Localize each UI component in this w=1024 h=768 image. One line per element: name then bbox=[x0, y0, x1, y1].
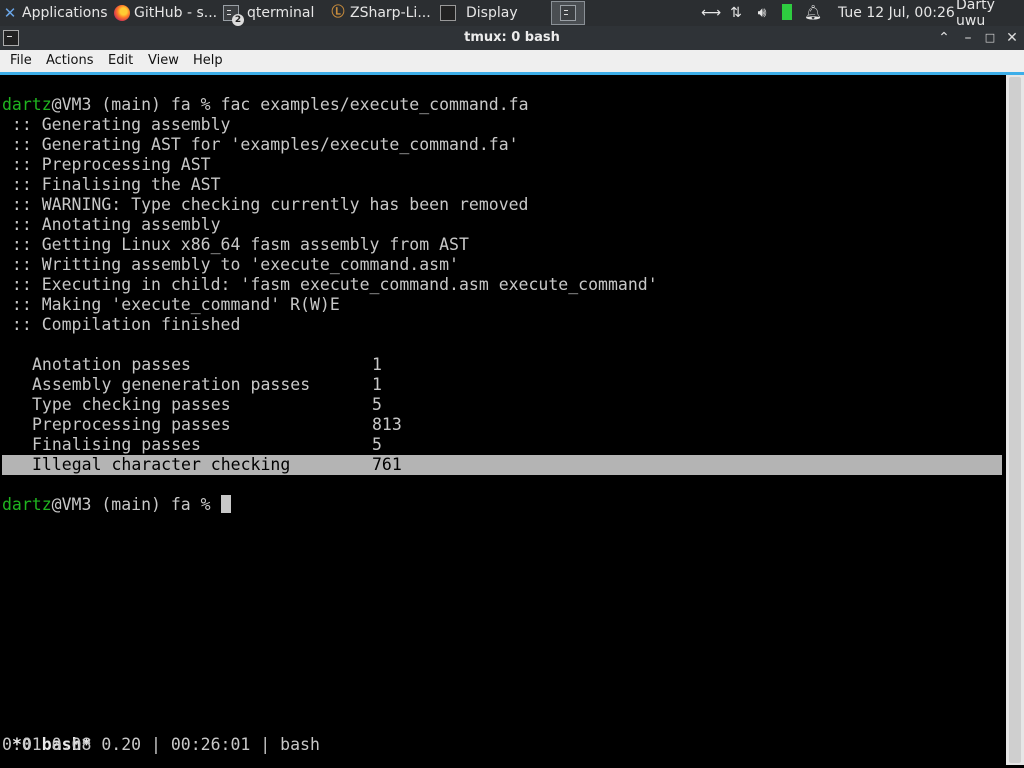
stat-value: 5 bbox=[372, 435, 382, 454]
taskbar-item-label: ZSharp-Li... bbox=[350, 5, 431, 21]
taskbar-item-github[interactable]: GitHub - s... bbox=[114, 0, 220, 26]
stat-name: Anotation passes bbox=[32, 355, 191, 374]
output-line: :: Finalising the AST bbox=[2, 175, 221, 194]
stat-name: Type checking passes bbox=[32, 395, 231, 414]
terminal-area[interactable]: dartz@VM3 (main) fa % fac examples/execu… bbox=[2, 75, 1002, 765]
terminal-icon bbox=[560, 5, 576, 21]
scrollbar[interactable] bbox=[1006, 75, 1024, 765]
menu-file[interactable]: File bbox=[10, 53, 32, 68]
output-line: :: Generating AST for 'examples/execute_… bbox=[2, 135, 519, 154]
output-line: :: Anotating assembly bbox=[2, 215, 221, 234]
output-line: :: Making 'execute_command' R(W)E bbox=[2, 295, 340, 314]
command-text: fac examples/execute_command.fa bbox=[220, 95, 529, 114]
taskbar-item-qterminal[interactable]: 2 qterminal bbox=[223, 0, 323, 26]
zsharp-icon: Ⓛ bbox=[331, 5, 345, 20]
menu-edit[interactable]: Edit bbox=[108, 53, 133, 68]
stat-value: 1 bbox=[372, 375, 382, 394]
stat-name: Preprocessing passes bbox=[32, 415, 231, 434]
stat-value: 761 bbox=[372, 455, 402, 474]
stat-value: 813 bbox=[372, 415, 402, 434]
minimize-button[interactable]: ⌃ bbox=[934, 28, 954, 48]
window-title: tmux: 0 bash bbox=[464, 30, 560, 45]
taskbar-item-label: Display bbox=[466, 5, 518, 21]
maximize-button[interactable]: □ bbox=[980, 28, 1000, 48]
menu-help[interactable]: Help bbox=[193, 53, 223, 68]
taskbar-item-label: GitHub - s... bbox=[134, 5, 218, 21]
stat-name: Illegal character checking bbox=[32, 455, 291, 474]
tmux-right-status: 0.01 0.08 0.20 | 00:26:01 | bash bbox=[2, 735, 320, 754]
display-icon bbox=[440, 5, 456, 21]
text-cursor bbox=[220, 495, 231, 513]
stat-name: Assembly geneneration passes bbox=[32, 375, 311, 394]
shade-button[interactable]: – bbox=[958, 28, 978, 48]
menu-actions[interactable]: Actions bbox=[46, 53, 94, 68]
menubar: File Actions Edit View Help bbox=[0, 50, 1024, 72]
network-arrows-icon[interactable]: ⟷ bbox=[700, 5, 722, 21]
volume-icon[interactable]: 🔊︎ bbox=[750, 5, 774, 21]
firefox-icon bbox=[114, 5, 130, 21]
taskbar-item-terminal-active[interactable] bbox=[551, 1, 585, 25]
notification-bell-icon[interactable]: 🔔︎ bbox=[800, 5, 826, 21]
scrollbar-thumb[interactable] bbox=[1009, 77, 1021, 763]
applications-menu-button[interactable]: ✕ Applications ☰ bbox=[2, 0, 110, 26]
prompt-host: @VM3 (main) fa % bbox=[51, 495, 221, 514]
stat-row-highlighted: Illegal character checking 761 bbox=[2, 455, 1002, 475]
stat-name: Finalising passes bbox=[32, 435, 201, 454]
output-line: :: WARNING: Type checking currently has … bbox=[2, 195, 529, 214]
output-line: :: Compilation finished bbox=[2, 315, 241, 334]
user-menu[interactable]: Darty uwu bbox=[956, 0, 1024, 29]
taskbar-item-zsharp[interactable]: Ⓛ ZSharp-Li... bbox=[330, 0, 434, 26]
prompt-host: @VM3 (main) fa % bbox=[51, 95, 221, 114]
window-titlebar[interactable]: tmux: 0 bash ⌃ – □ ✕ bbox=[0, 26, 1024, 50]
window-count-badge: 2 bbox=[232, 14, 244, 26]
output-line: :: Writting assembly to 'execute_command… bbox=[2, 255, 459, 274]
stat-value: 5 bbox=[372, 395, 382, 414]
output-line: :: Generating assembly bbox=[2, 115, 231, 134]
prompt-line[interactable]: dartz@VM3 (main) fa % bbox=[2, 495, 231, 515]
output-line: :: Getting Linux x86_64 fasm assembly fr… bbox=[2, 235, 469, 254]
terminal-icon: 2 bbox=[223, 5, 244, 26]
network-updown-icon[interactable]: ⇅ bbox=[722, 5, 750, 21]
system-tray: ⟷ ⇅ 🔊︎ 🔔︎ bbox=[700, 0, 826, 26]
prompt-user: dartz bbox=[2, 95, 52, 114]
taskbar-item-label: qterminal bbox=[247, 5, 315, 21]
clock[interactable]: Tue 12 Jul, 00:26 bbox=[838, 0, 955, 26]
stat-value: 1 bbox=[372, 355, 382, 374]
output-line: :: Executing in child: 'fasm execute_com… bbox=[2, 275, 658, 294]
output-line: :: Preprocessing AST bbox=[2, 155, 211, 174]
menu-view[interactable]: View bbox=[148, 53, 179, 68]
taskbar-item-display[interactable]: Display bbox=[440, 0, 540, 26]
close-button[interactable]: ✕ bbox=[1002, 28, 1022, 48]
prompt-user: dartz bbox=[2, 495, 52, 514]
command-line: dartz@VM3 (main) fa % fac examples/execu… bbox=[2, 95, 529, 115]
battery-icon[interactable] bbox=[774, 4, 800, 22]
xfce-menu-icon: ✕ bbox=[3, 4, 17, 22]
applications-label: Applications bbox=[22, 5, 108, 21]
top-panel: ✕ Applications ☰ GitHub - s... 2 qtermin… bbox=[0, 0, 1024, 29]
